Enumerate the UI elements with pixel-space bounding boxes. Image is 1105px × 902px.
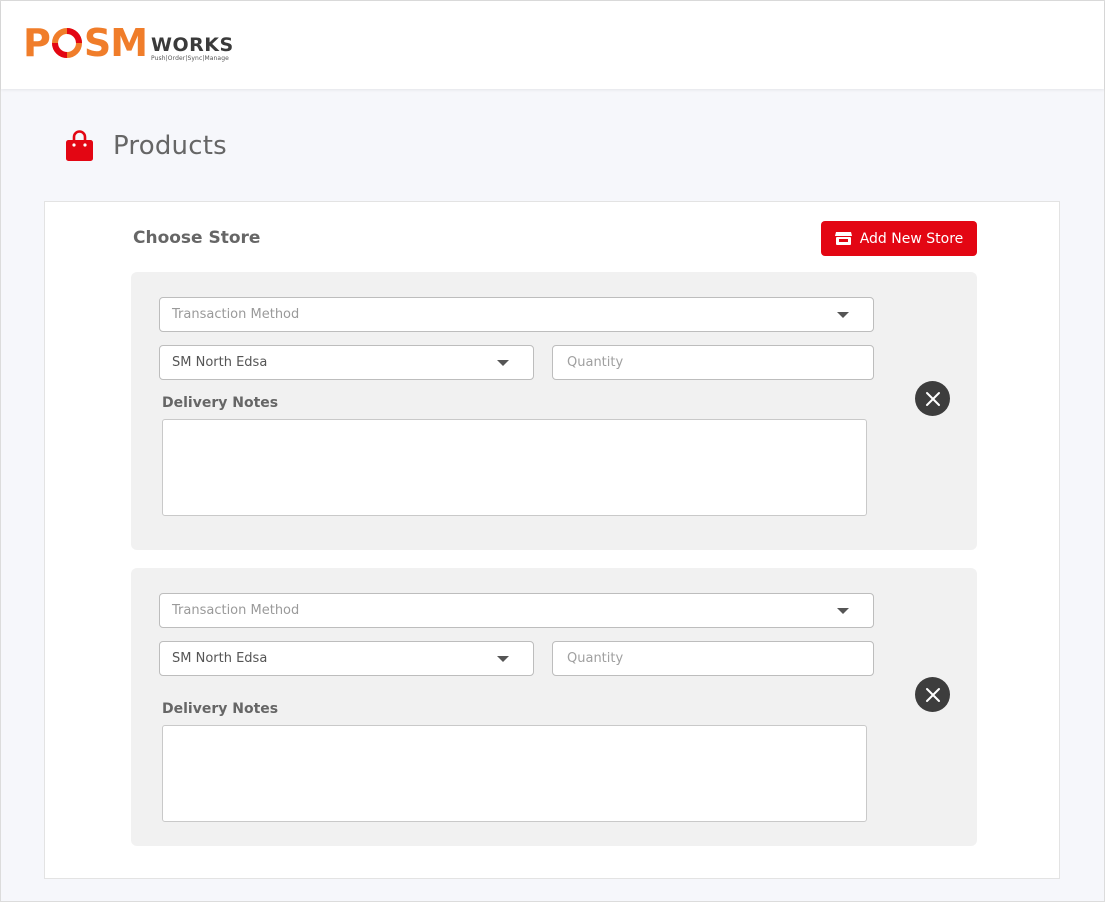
store-select[interactable]: SM North Edsa [159, 345, 534, 380]
logo-letter-p: P [23, 21, 51, 65]
quantity-input[interactable] [552, 345, 874, 380]
delivery-notes-label: Delivery Notes [162, 701, 279, 717]
quantity-input[interactable] [552, 641, 874, 676]
choose-store-card: Choose Store Add New Store Transaction M… [44, 201, 1060, 879]
transaction-method-select[interactable]: Transaction Method [159, 297, 874, 332]
chevron-down-icon [497, 360, 509, 366]
logo-works: WORKS [151, 34, 234, 56]
store-select-value: SM North Edsa [172, 355, 268, 370]
logo-letters-sm: SM [83, 21, 148, 65]
chevron-down-icon [837, 608, 849, 614]
transaction-method-select[interactable]: Transaction Method [159, 593, 874, 628]
logo-works-wrap: WORKS Push|Order|Sync|Manage [151, 35, 234, 63]
logo-tagline: Push|Order|Sync|Manage [151, 55, 229, 62]
page-title-row: Products [65, 128, 227, 164]
shopping-bag-icon [66, 130, 93, 161]
store-entry-2: Transaction Method SM North Edsa Deliver… [131, 568, 977, 846]
store-icon [834, 232, 852, 245]
logo-o-icon [51, 28, 82, 58]
add-new-store-button[interactable]: Add New Store [821, 221, 977, 256]
chevron-down-icon [497, 656, 509, 662]
posm-works-logo[interactable]: P SM WORKS Push|Order|Sync|Manage [23, 23, 234, 67]
delivery-notes-textarea[interactable] [162, 725, 867, 822]
chevron-down-icon [837, 312, 849, 318]
delivery-notes-label: Delivery Notes [162, 395, 279, 411]
logo-posm: P SM [23, 21, 148, 65]
add-new-store-label: Add New Store [859, 230, 964, 247]
store-entry-1: Transaction Method SM North Edsa Deliver… [131, 272, 977, 550]
close-icon [925, 391, 940, 406]
choose-store-heading: Choose Store [133, 228, 261, 248]
close-icon [925, 687, 940, 702]
page-title: Products [113, 131, 227, 161]
store-select[interactable]: SM North Edsa [159, 641, 534, 676]
top-header: P SM WORKS Push|Order|Sync|Manage [1, 1, 1104, 89]
delivery-notes-textarea[interactable] [162, 419, 867, 516]
transaction-method-placeholder: Transaction Method [172, 603, 300, 618]
page: P SM WORKS Push|Order|Sync|Manage Produc… [0, 0, 1105, 902]
store-select-value: SM North Edsa [172, 651, 268, 666]
remove-store-button[interactable] [915, 381, 950, 416]
remove-store-button[interactable] [915, 677, 950, 712]
transaction-method-placeholder: Transaction Method [172, 307, 300, 322]
